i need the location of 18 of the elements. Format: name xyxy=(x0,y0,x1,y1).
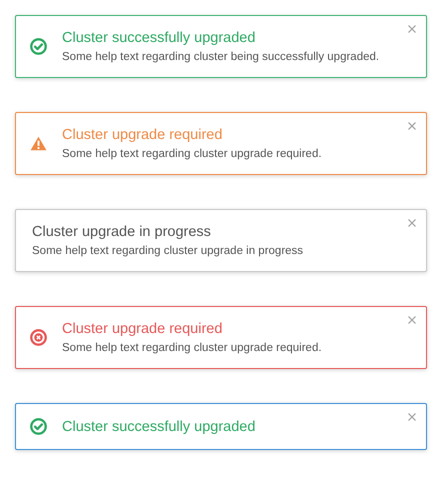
close-icon[interactable] xyxy=(408,219,416,227)
check-circle-icon xyxy=(30,418,47,435)
alert-message: Some help text regarding cluster upgrade required. xyxy=(62,342,322,354)
close-icon[interactable] xyxy=(408,122,416,130)
close-icon[interactable] xyxy=(408,316,416,324)
check-circle-icon xyxy=(30,38,47,55)
alert-title: Cluster successfully upgraded xyxy=(62,418,256,434)
alert-title: Cluster successfully upgraded xyxy=(62,30,256,46)
alert-message: Some help text regarding cluster being successfully upgraded. xyxy=(62,51,380,63)
alert-title: Cluster upgrade required xyxy=(62,321,224,337)
error-circle-icon xyxy=(30,329,47,346)
alert-title: Cluster upgrade in progress xyxy=(32,224,212,240)
alert-message: Some help text regarding cluster upgrade required. xyxy=(62,148,322,160)
alert-message: Some help text regarding cluster upgrade in progress xyxy=(32,245,304,257)
warning-icon xyxy=(30,135,47,152)
close-icon[interactable] xyxy=(408,413,416,421)
alert-title: Cluster upgrade required xyxy=(62,127,224,143)
close-icon[interactable] xyxy=(408,25,416,33)
